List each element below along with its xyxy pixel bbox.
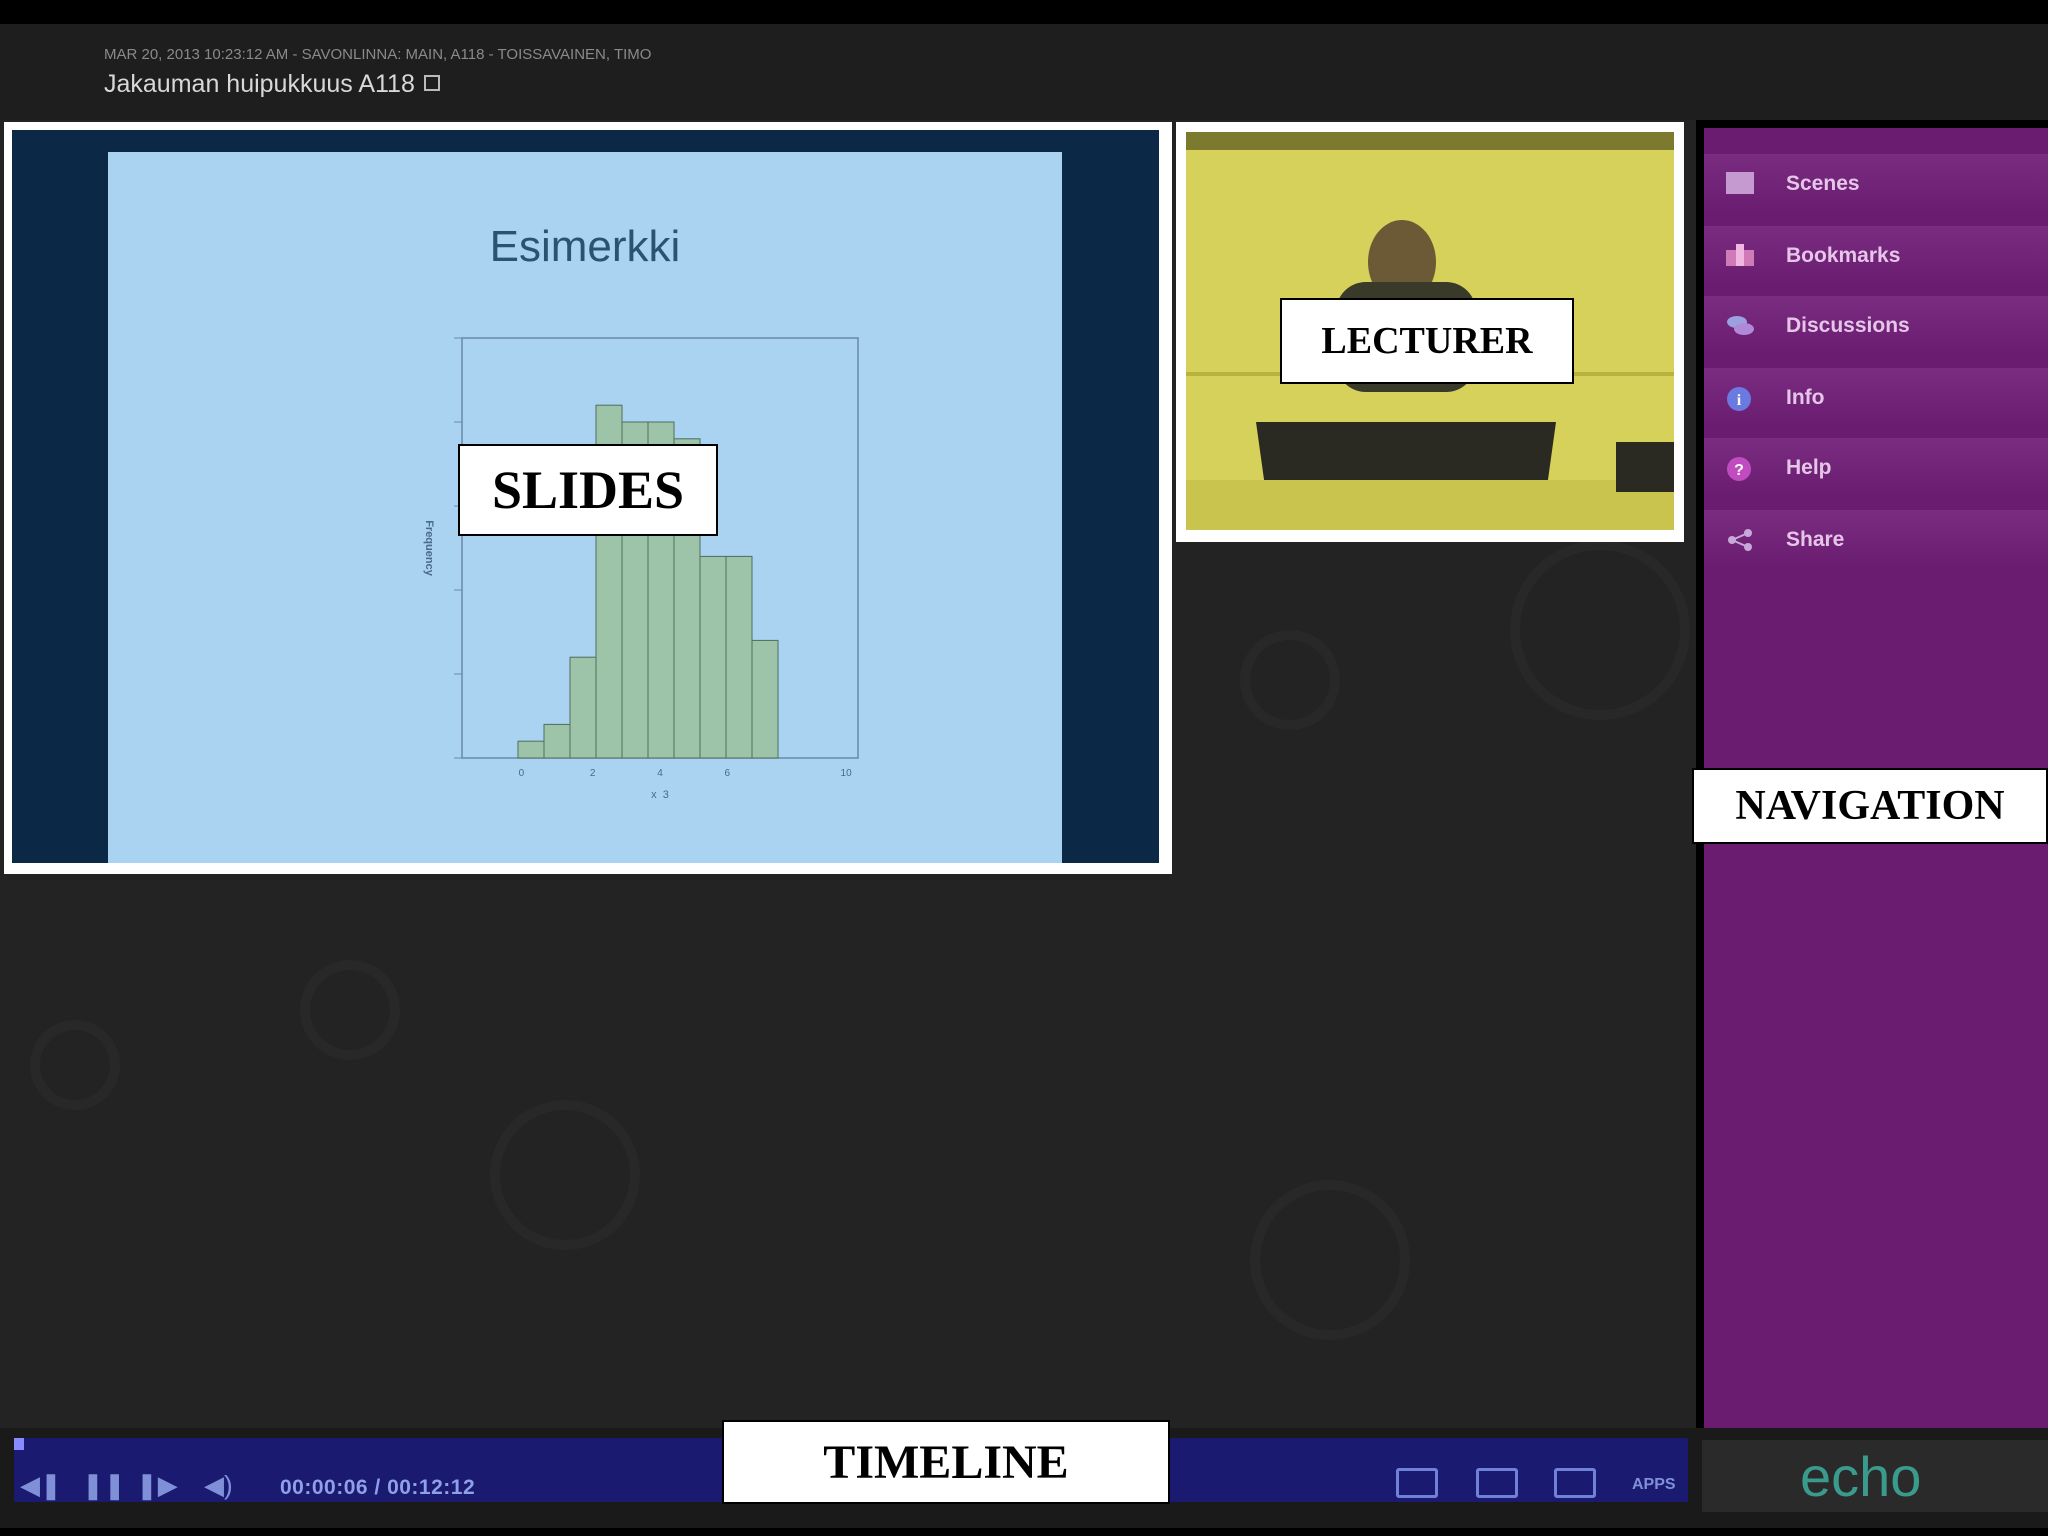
nav-label: Discussions (1786, 314, 1910, 337)
histogram-bar (751, 639, 779, 759)
nav-item-scenes[interactable]: Scenes (1704, 154, 2048, 212)
nav-label: Scenes (1786, 172, 1860, 195)
volume-icon[interactable]: ◀) (204, 1472, 233, 1498)
nav-item-share[interactable]: Share (1704, 510, 2048, 568)
nav-label: Help (1786, 456, 1832, 479)
background-pattern-icon (1240, 630, 1340, 730)
info-icon: i (1726, 386, 1754, 411)
discussions-icon (1726, 314, 1754, 336)
histogram-bar (543, 723, 571, 759)
nav-item-bookmarks[interactable]: Bookmarks (1704, 226, 2048, 284)
screen-2-icon[interactable] (1554, 1468, 1596, 1498)
timeline-callout: TIMELINE (722, 1420, 1170, 1504)
presentation-title: Jakauman huipukkuus A118 (104, 70, 415, 98)
background-pattern-icon (490, 1100, 640, 1250)
share-icon (1726, 528, 1754, 551)
x-tick-label: 0 (519, 768, 525, 779)
histogram-bar (569, 656, 597, 759)
playback-time: 00:00:06 / 00:12:12 (280, 1476, 476, 1499)
nav-item-info[interactable]: i Info (1704, 368, 2048, 426)
nav-item-discussions[interactable]: Discussions (1704, 296, 2048, 354)
slide-title: Esimerkki (489, 222, 681, 271)
help-icon: ? (1726, 456, 1754, 481)
forward-icon[interactable]: ❚▶ (136, 1472, 178, 1498)
x-tick-label: 2 (590, 768, 596, 779)
nav-item-help[interactable]: ? Help (1704, 438, 2048, 496)
histogram-bar (517, 740, 545, 759)
svg-text:i: i (1737, 392, 1742, 409)
pause-icon[interactable]: ❚❚ (82, 1472, 126, 1498)
lecturer-callout: LECTURER (1280, 298, 1574, 384)
background-pattern-icon (1250, 1180, 1410, 1340)
echo-logo: echo (1800, 1445, 1922, 1508)
rewind-icon[interactable]: ◀❚ (20, 1472, 62, 1498)
x-tick-label: 6 (725, 768, 731, 779)
x-tick-label: 10 (841, 768, 853, 779)
scenes-icon (1726, 172, 1754, 194)
histogram-bar (699, 555, 727, 759)
external-link-icon[interactable] (424, 75, 440, 91)
histogram-bar (725, 555, 753, 759)
nav-label: Share (1786, 528, 1845, 551)
navigation-callout: NAVIGATION (1692, 768, 2048, 844)
nav-label: Info (1786, 386, 1825, 409)
svg-text:?: ? (1734, 462, 1744, 479)
background-pattern-icon (30, 1020, 120, 1110)
recording-meta: MAR 20, 2013 10:23:12 AM - SAVONLINNA: M… (104, 46, 652, 63)
layout-toggle-icon[interactable] (1396, 1468, 1438, 1498)
apps-button[interactable]: APPS (1632, 1476, 1676, 1494)
slides-callout: SLIDES (458, 444, 718, 536)
timeline-progress[interactable] (14, 1438, 24, 1450)
x-axis-label: x_3 (651, 789, 669, 798)
histogram-chart: 0 2 4 6 10 x_3 Frequency (423, 337, 859, 798)
background-pattern-icon (300, 960, 400, 1060)
screen-1-icon[interactable] (1476, 1468, 1518, 1498)
bookmarks-icon (1726, 244, 1754, 266)
x-tick-label: 4 (657, 768, 663, 779)
y-axis-label: Frequency (423, 520, 435, 577)
background-pattern-icon (1510, 540, 1690, 720)
nav-label: Bookmarks (1786, 244, 1901, 267)
